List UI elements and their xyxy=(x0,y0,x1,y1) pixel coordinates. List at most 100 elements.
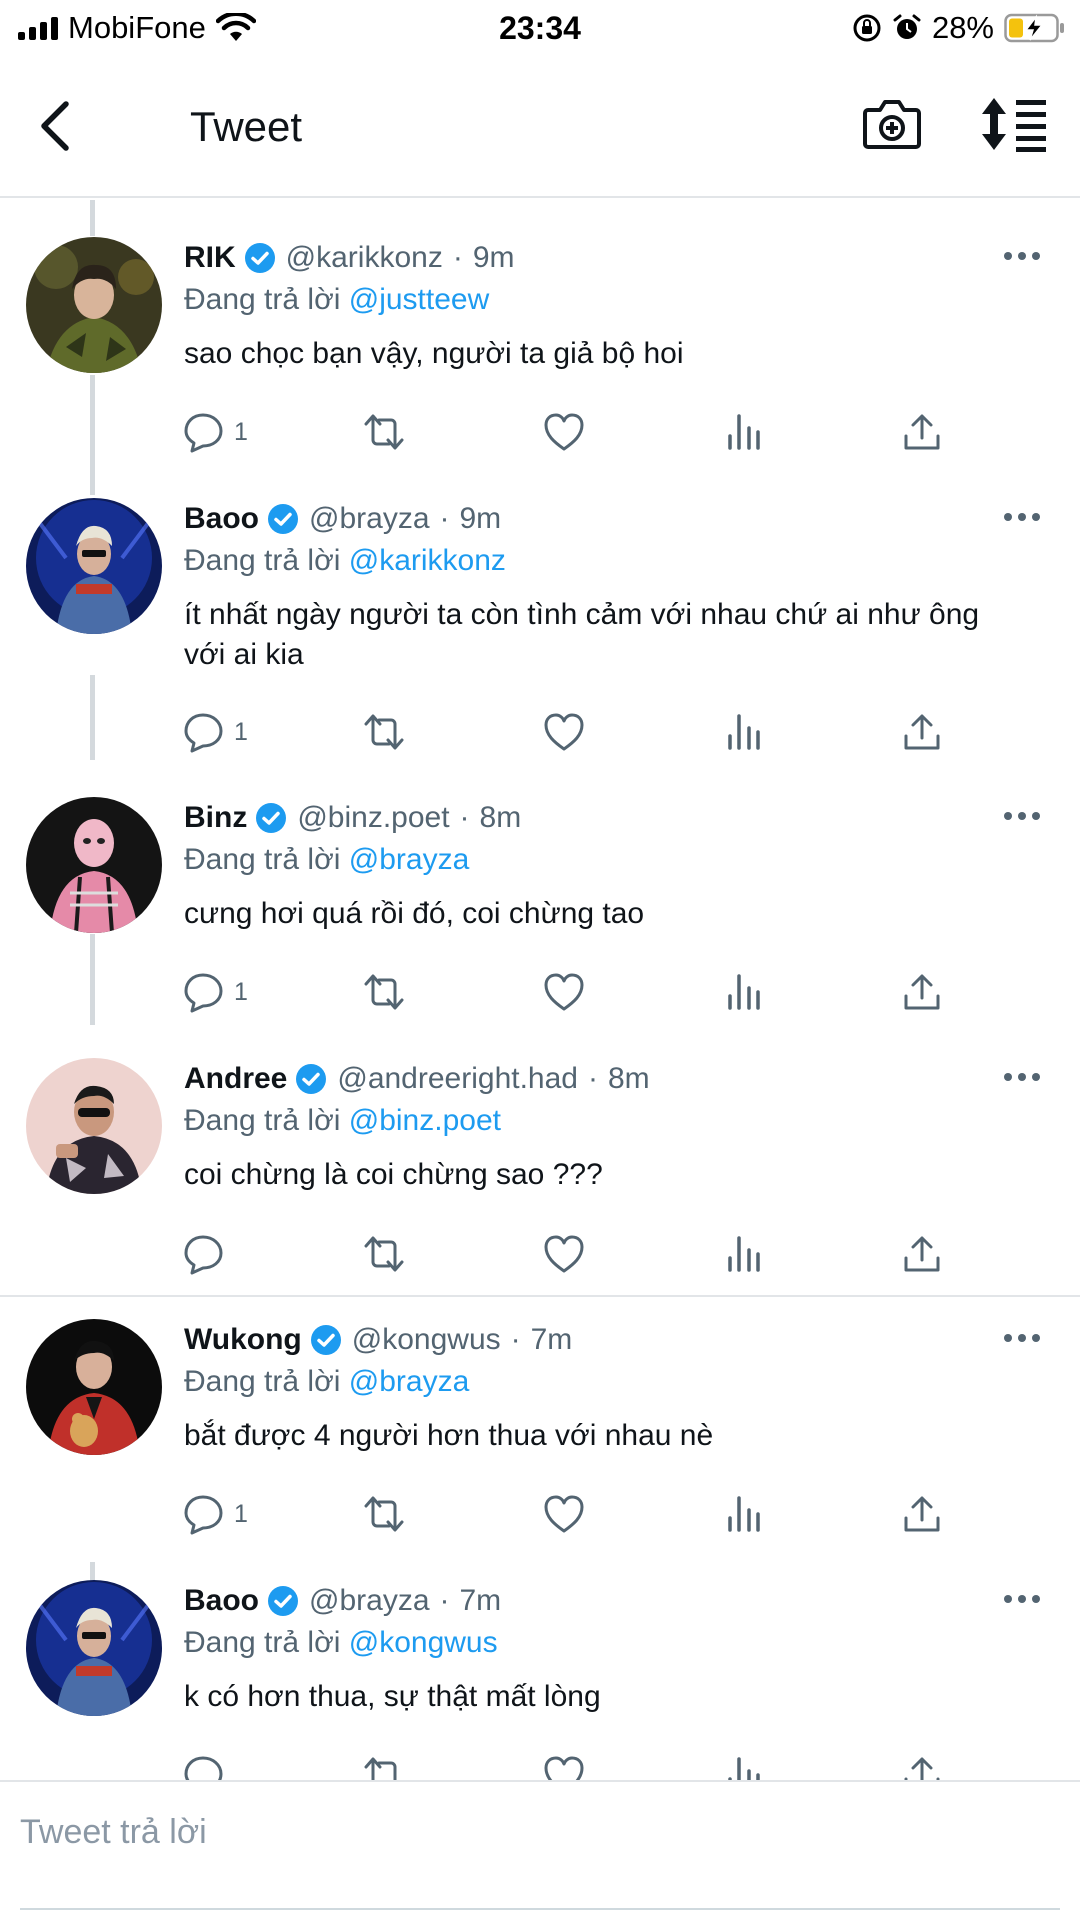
views-button[interactable] xyxy=(722,968,766,1016)
baoo-avatar[interactable] xyxy=(26,498,162,634)
user-handle[interactable]: @brayza xyxy=(309,499,430,539)
analytics-icon xyxy=(728,1236,760,1272)
reply-count: 1 xyxy=(234,977,248,1006)
display-name[interactable]: Binz xyxy=(184,798,247,838)
tweet-text: cưng hơi quá rồi đó, coi chừng tao xyxy=(184,897,645,930)
reply-input[interactable] xyxy=(20,1802,1020,1862)
display-name[interactable]: Wukong xyxy=(184,1320,302,1360)
timestamp: 9m xyxy=(472,241,515,274)
analytics-icon xyxy=(728,1757,760,1780)
reply-icon xyxy=(184,713,223,753)
alarm-icon xyxy=(893,14,921,39)
more-options-icon[interactable] xyxy=(1002,1067,1042,1087)
reply-button[interactable]: 1 xyxy=(182,708,248,756)
replying-to: Đang trả lời @brayza xyxy=(184,1365,470,1398)
retweet-button[interactable] xyxy=(362,968,406,1016)
mention-link[interactable]: @brayza xyxy=(349,843,470,876)
mention-link[interactable]: @brayza xyxy=(349,1365,470,1398)
more-options-icon[interactable] xyxy=(1002,806,1042,826)
camera-add-icon[interactable] xyxy=(862,96,922,152)
tweet-item[interactable]: Wukong @kongwus · 7m Đang trả lời @brayz… xyxy=(0,1282,1080,1542)
share-icon xyxy=(904,1496,940,1532)
views-button[interactable] xyxy=(722,1490,766,1538)
more-options-icon[interactable] xyxy=(1002,507,1042,527)
user-handle[interactable]: @binz.poet xyxy=(297,798,449,838)
wukong-avatar[interactable] xyxy=(26,1319,162,1455)
display-name[interactable]: Andree xyxy=(184,1059,287,1099)
display-name[interactable]: Baoo xyxy=(184,499,259,539)
tweet-actions xyxy=(0,1751,1080,1780)
user-handle[interactable]: @karikkonz xyxy=(286,238,443,278)
like-button[interactable] xyxy=(542,1490,586,1538)
retweet-button[interactable] xyxy=(362,1490,406,1538)
like-button[interactable] xyxy=(542,1230,586,1278)
replying-to: Đang trả lời @binz.poet xyxy=(184,1104,501,1137)
user-handle[interactable]: @andreeright.had xyxy=(337,1059,578,1099)
tweet-item[interactable]: RIK @karikkonz · 9m Đang trả lời @justte… xyxy=(0,200,1080,460)
retweet-button[interactable] xyxy=(362,1230,406,1278)
share-button[interactable] xyxy=(900,1230,944,1278)
share-icon xyxy=(904,1757,940,1780)
back-arrow-icon[interactable] xyxy=(36,96,76,156)
tweet-actions: 1 xyxy=(0,1490,1080,1538)
share-button[interactable] xyxy=(900,1751,944,1780)
like-button[interactable] xyxy=(542,1751,586,1780)
separator-dot: · xyxy=(439,502,450,535)
replying-to: Đang trả lời @brayza xyxy=(184,843,470,876)
views-button[interactable] xyxy=(722,708,766,756)
reply-icon xyxy=(184,1495,223,1535)
battery-percent: 28% xyxy=(931,10,994,45)
sort-replies-icon[interactable] xyxy=(980,96,1048,152)
retweet-button[interactable] xyxy=(362,408,406,456)
user-handle[interactable]: @brayza xyxy=(309,1581,430,1621)
share-button[interactable] xyxy=(900,708,944,756)
share-button[interactable] xyxy=(900,1490,944,1538)
display-name[interactable]: Baoo xyxy=(184,1581,259,1621)
more-options-icon[interactable] xyxy=(1002,246,1042,266)
andree-avatar[interactable] xyxy=(26,1058,162,1194)
verified-badge-icon xyxy=(268,504,298,534)
timestamp: 9m xyxy=(459,502,502,535)
reply-button[interactable]: 1 xyxy=(182,1490,248,1538)
mention-link[interactable]: @karikkonz xyxy=(349,544,506,577)
baoo-avatar[interactable] xyxy=(26,1580,162,1716)
display-name[interactable]: RIK xyxy=(184,238,236,278)
share-icon xyxy=(904,974,940,1010)
mention-link[interactable]: @binz.poet xyxy=(349,1104,501,1137)
mention-link[interactable]: @justteew xyxy=(349,283,490,316)
analytics-icon xyxy=(728,974,760,1010)
tweet-item[interactable]: Baoo @brayza · 9m Đang trả lời @karikkon… xyxy=(0,461,1080,761)
retweet-button[interactable] xyxy=(362,1751,406,1780)
like-button[interactable] xyxy=(542,968,586,1016)
reply-button[interactable] xyxy=(182,1230,234,1278)
retweet-button[interactable] xyxy=(362,708,406,756)
tweet-item[interactable]: Binz @binz.poet · 8m Đang trả lời @brayz… xyxy=(0,760,1080,1020)
separator-dot: · xyxy=(459,801,470,834)
binz-avatar[interactable] xyxy=(26,797,162,933)
replying-to: Đang trả lời @kongwus xyxy=(184,1626,498,1659)
tweet-item[interactable]: Andree @andreeright.had · 8m Đang trả lờ… xyxy=(0,1021,1080,1280)
retweet-icon xyxy=(364,1236,404,1272)
mention-link[interactable]: @kongwus xyxy=(349,1626,498,1659)
more-options-icon[interactable] xyxy=(1002,1328,1042,1348)
reply-icon xyxy=(184,1235,223,1275)
like-button[interactable] xyxy=(542,408,586,456)
rik-avatar[interactable] xyxy=(26,237,162,373)
user-handle[interactable]: @kongwus xyxy=(352,1320,501,1360)
share-button[interactable] xyxy=(900,408,944,456)
timestamp: 8m xyxy=(607,1062,650,1095)
verified-badge-icon xyxy=(244,243,275,273)
views-button[interactable] xyxy=(722,1751,766,1780)
views-button[interactable] xyxy=(722,1230,766,1278)
reply-button[interactable]: 1 xyxy=(182,968,248,1016)
status-bar: MobiFone 23:34 28% xyxy=(0,0,1080,56)
reply-button[interactable]: 1 xyxy=(182,408,248,456)
tweet-item[interactable]: Baoo @brayza · 7m Đang trả lời @kongwus … xyxy=(0,1543,1080,1780)
like-button[interactable] xyxy=(542,708,586,756)
timestamp: 7m xyxy=(459,1584,502,1617)
share-button[interactable] xyxy=(900,968,944,1016)
reply-button[interactable] xyxy=(182,1751,234,1780)
views-button[interactable] xyxy=(722,408,766,456)
share-icon xyxy=(904,714,940,750)
more-options-icon[interactable] xyxy=(1002,1589,1042,1609)
